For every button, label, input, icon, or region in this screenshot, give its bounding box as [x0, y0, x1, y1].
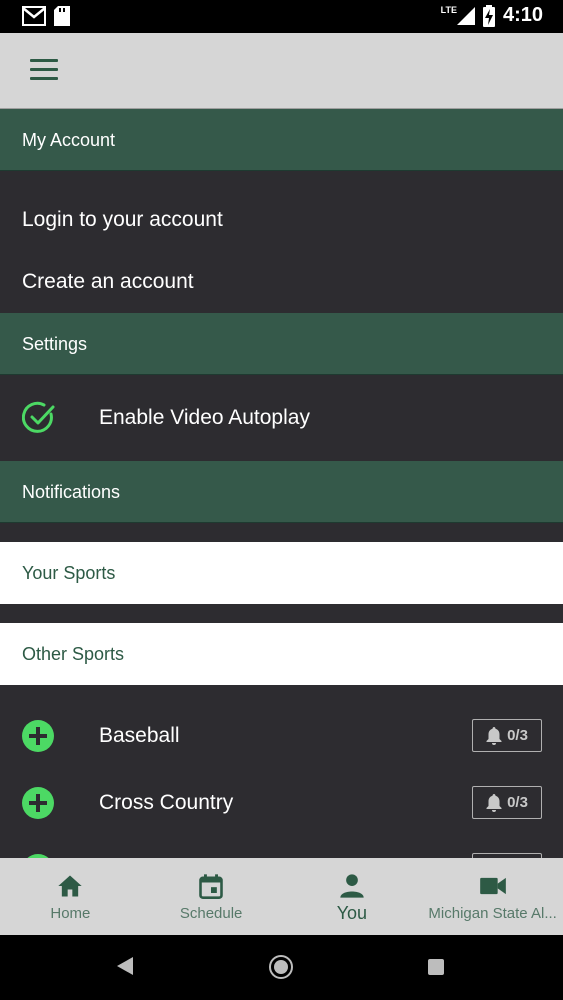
- nav-label: Michigan State Al...: [428, 905, 557, 922]
- network-type: LTE: [440, 4, 457, 15]
- login-link[interactable]: Login to your account: [0, 189, 563, 251]
- notification-count-button[interactable]: 0/3: [472, 719, 542, 752]
- notifications-header: Notifications: [0, 461, 563, 523]
- menu-icon[interactable]: [30, 59, 58, 81]
- sd-card-icon: [54, 6, 70, 26]
- autoplay-label: Enable Video Autoplay: [99, 406, 310, 429]
- add-icon[interactable]: [22, 786, 54, 819]
- sport-name: Baseball: [99, 723, 180, 747]
- nav-michigan-state[interactable]: Michigan State Al...: [422, 858, 563, 935]
- settings-header: Settings: [0, 313, 563, 375]
- bell-icon: [486, 726, 502, 745]
- nav-you[interactable]: You: [282, 858, 423, 935]
- home-button-icon[interactable]: [269, 955, 293, 979]
- nav-label: Schedule: [179, 905, 243, 922]
- nav-label: You: [336, 903, 368, 923]
- sport-row-cross-country: Cross Country 0/3: [0, 769, 563, 836]
- check-circle-icon[interactable]: [22, 401, 56, 435]
- video-camera-icon: [479, 877, 506, 895]
- sport-row-partial: [0, 836, 563, 858]
- sport-row-baseball: Baseball 0/3: [0, 702, 563, 769]
- add-icon[interactable]: [22, 719, 54, 752]
- status-bar: LTE 4:10: [0, 0, 563, 33]
- system-navigation-bar: [0, 935, 563, 1000]
- calendar-icon: [199, 874, 223, 899]
- signal-icon: [456, 6, 475, 25]
- autoplay-toggle[interactable]: Enable Video Autoplay: [0, 375, 563, 461]
- notification-count: 0/3: [507, 794, 528, 811]
- your-sports-row[interactable]: Your Sports: [0, 542, 563, 604]
- nav-label: Home: [50, 905, 91, 922]
- app-toolbar: [0, 33, 563, 109]
- home-icon: [58, 875, 83, 897]
- nav-schedule[interactable]: Schedule: [141, 858, 282, 935]
- bell-icon: [486, 793, 502, 812]
- create-account-link[interactable]: Create an account: [0, 251, 563, 313]
- sport-name: Cross Country: [99, 790, 234, 814]
- bottom-navigation: Home Schedule You Michigan State Al...: [0, 858, 563, 935]
- my-account-header: My Account: [0, 109, 563, 171]
- battery-charging-icon: [482, 4, 495, 27]
- notification-count: 0/3: [507, 727, 528, 744]
- back-icon[interactable]: [117, 957, 133, 975]
- other-sports-row[interactable]: Other Sports: [0, 623, 563, 685]
- nav-home[interactable]: Home: [0, 858, 141, 935]
- settings-content[interactable]: My Account Login to your account Create …: [0, 109, 563, 858]
- gmail-icon: [22, 6, 46, 26]
- notification-count-button[interactable]: 0/3: [472, 786, 542, 819]
- recents-icon[interactable]: [428, 959, 444, 975]
- clock: 4:10: [502, 4, 543, 26]
- person-icon: [340, 874, 364, 898]
